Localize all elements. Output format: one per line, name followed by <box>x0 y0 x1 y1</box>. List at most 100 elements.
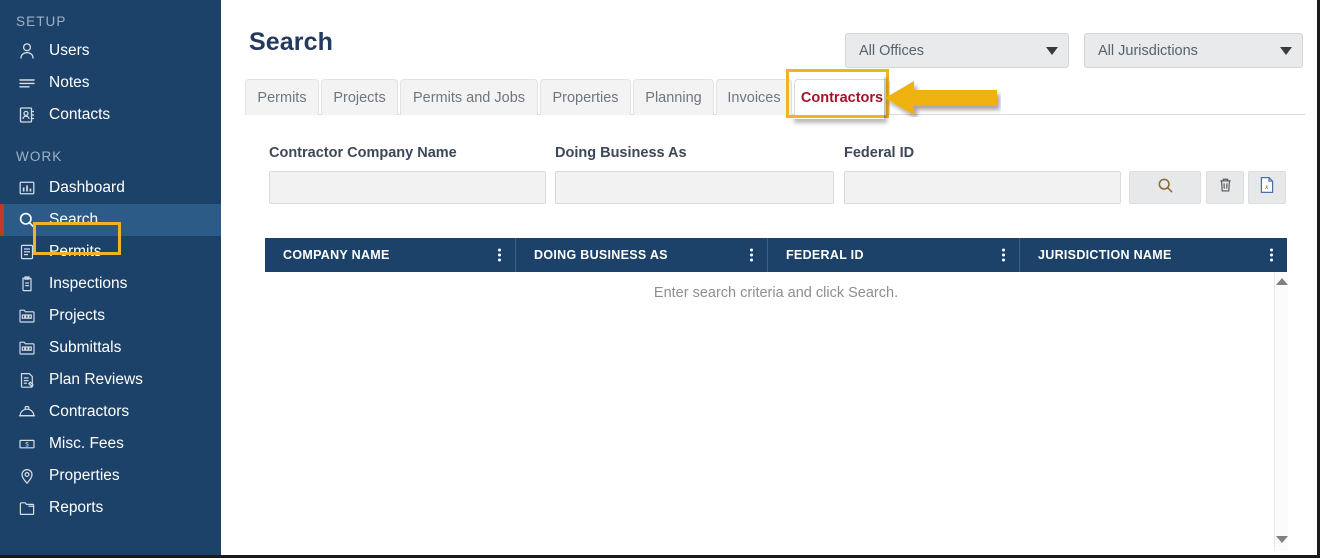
sidebar-item-contractors[interactable]: Contractors <box>0 396 221 428</box>
sidebar-item-misc-fees[interactable]: $ Misc. Fees <box>0 428 221 460</box>
chevron-down-icon <box>1046 46 1058 55</box>
sidebar-item-label: Reports <box>49 499 104 517</box>
sidebar-item-label: Properties <box>49 467 120 485</box>
office-filter-value: All Offices <box>859 42 925 59</box>
results-table-header: COMPANY NAME DOING BUSINESS AS FEDERAL I… <box>265 238 1287 272</box>
reports-folder-icon <box>16 497 38 519</box>
notes-icon <box>16 72 38 94</box>
tab-label: Projects <box>333 89 386 106</box>
plan-reviews-icon <box>16 369 38 391</box>
magnifier-icon <box>1156 176 1175 200</box>
results-table-body: Enter search criteria and click Search. <box>265 272 1287 551</box>
column-label: DOING BUSINESS AS <box>534 248 668 262</box>
sidebar-navigation: SETUP Users Notes Contacts WORK Dashboar… <box>0 0 221 555</box>
page-title: Search <box>249 28 333 56</box>
sidebar-item-inspections[interactable]: Inspections <box>0 268 221 300</box>
sidebar-item-label: Permits <box>49 243 102 261</box>
main-content: Search All Offices All Jurisdictions Per… <box>221 0 1317 555</box>
sidebar-item-notes[interactable]: Notes <box>0 67 221 99</box>
tab-properties[interactable]: Properties <box>540 79 631 115</box>
sidebar-item-label: Search <box>49 211 99 229</box>
application-window: SETUP Users Notes Contacts WORK Dashboar… <box>0 0 1320 558</box>
doing-business-as-label: Doing Business As <box>555 145 687 161</box>
sidebar-item-dashboard[interactable]: Dashboard <box>0 172 221 204</box>
sidebar-item-label: Dashboard <box>49 179 125 197</box>
sidebar-item-label: Projects <box>49 307 105 325</box>
contacts-icon <box>16 104 38 126</box>
sidebar-item-projects[interactable]: Projects <box>0 300 221 332</box>
column-header-jurisdiction-name[interactable]: JURISDICTION NAME <box>1020 238 1287 272</box>
export-excel-button[interactable]: x <box>1248 171 1286 204</box>
sidebar-item-label: Submittals <box>49 339 122 357</box>
sidebar-item-label: Inspections <box>49 275 128 293</box>
column-menu-icon[interactable] <box>498 248 501 262</box>
federal-id-input[interactable] <box>844 171 1121 204</box>
empty-state-message: Enter search criteria and click Search. <box>653 285 899 301</box>
sidebar-section-work: WORK <box>16 149 63 164</box>
sidebar-item-label: Notes <box>49 74 90 92</box>
tab-label: Permits and Jobs <box>412 89 526 106</box>
contractor-company-name-input[interactable] <box>269 171 546 204</box>
tab-strip: Permits Projects Permits and Jobs Proper… <box>245 79 1305 115</box>
column-menu-icon[interactable] <box>1002 248 1005 262</box>
contractor-company-name-label: Contractor Company Name <box>269 145 457 161</box>
user-icon <box>16 40 38 62</box>
inspections-icon <box>16 273 38 295</box>
tab-permits[interactable]: Permits <box>245 79 319 115</box>
sidebar-section-setup: SETUP <box>16 14 67 29</box>
sidebar-item-label: Users <box>49 42 90 60</box>
column-label: COMPANY NAME <box>283 248 390 262</box>
sidebar-item-permits[interactable]: Permits <box>0 236 221 268</box>
tab-invoices[interactable]: Invoices <box>716 79 792 115</box>
dashboard-icon <box>16 177 38 199</box>
trash-icon <box>1217 176 1234 199</box>
clear-button[interactable] <box>1206 171 1244 204</box>
sidebar-item-label: Plan Reviews <box>49 371 143 389</box>
tab-contractors[interactable]: Contractors <box>794 79 890 115</box>
sidebar-item-search[interactable]: Search <box>0 204 221 236</box>
triangle-up-icon[interactable] <box>1275 278 1288 285</box>
tab-label: Invoices <box>727 89 781 106</box>
office-filter-dropdown[interactable]: All Offices <box>845 33 1069 68</box>
federal-id-label: Federal ID <box>844 145 915 161</box>
money-icon: $ <box>16 433 38 455</box>
sidebar-item-submittals[interactable]: Submittals <box>0 332 221 364</box>
location-pin-icon <box>16 465 38 487</box>
sidebar-item-contacts[interactable]: Contacts <box>0 99 221 131</box>
permits-icon <box>16 241 38 263</box>
column-header-doing-business-as[interactable]: DOING BUSINESS AS <box>516 238 768 272</box>
jurisdiction-filter-dropdown[interactable]: All Jurisdictions <box>1084 33 1303 68</box>
sidebar-item-users[interactable]: Users <box>0 35 221 67</box>
column-menu-icon[interactable] <box>750 248 753 262</box>
sidebar-item-properties[interactable]: Properties <box>0 460 221 492</box>
hardhat-icon <box>16 401 38 423</box>
sidebar-item-plan-reviews[interactable]: Plan Reviews <box>0 364 221 396</box>
results-vertical-scrollbar[interactable] <box>1274 272 1288 551</box>
svg-text:x: x <box>1264 182 1269 191</box>
column-label: FEDERAL ID <box>786 248 864 262</box>
sidebar-item-label: Misc. Fees <box>49 435 124 453</box>
doing-business-as-input[interactable] <box>555 171 834 204</box>
column-label: JURISDICTION NAME <box>1038 248 1172 262</box>
sidebar-item-label: Contractors <box>49 403 130 421</box>
tab-permits-and-jobs[interactable]: Permits and Jobs <box>400 79 538 115</box>
excel-export-icon: x <box>1258 175 1276 200</box>
column-header-company-name[interactable]: COMPANY NAME <box>265 238 516 272</box>
column-header-federal-id[interactable]: FEDERAL ID <box>768 238 1020 272</box>
tab-label: Planning <box>645 89 702 106</box>
tab-planning[interactable]: Planning <box>633 79 714 115</box>
projects-icon <box>16 305 38 327</box>
tab-label: Permits <box>257 89 307 106</box>
sidebar-item-label: Contacts <box>49 106 111 124</box>
tab-label: Properties <box>552 89 619 106</box>
tab-label: Contractors <box>800 89 884 106</box>
sidebar-item-reports[interactable]: Reports <box>0 492 221 524</box>
search-button[interactable] <box>1129 171 1201 204</box>
tab-projects[interactable]: Projects <box>321 79 398 115</box>
submittals-icon <box>16 337 38 359</box>
triangle-down-icon[interactable] <box>1275 536 1288 543</box>
jurisdiction-filter-value: All Jurisdictions <box>1098 42 1198 59</box>
chevron-down-icon <box>1280 46 1292 55</box>
column-menu-icon[interactable] <box>1270 248 1273 262</box>
search-icon <box>16 209 38 231</box>
